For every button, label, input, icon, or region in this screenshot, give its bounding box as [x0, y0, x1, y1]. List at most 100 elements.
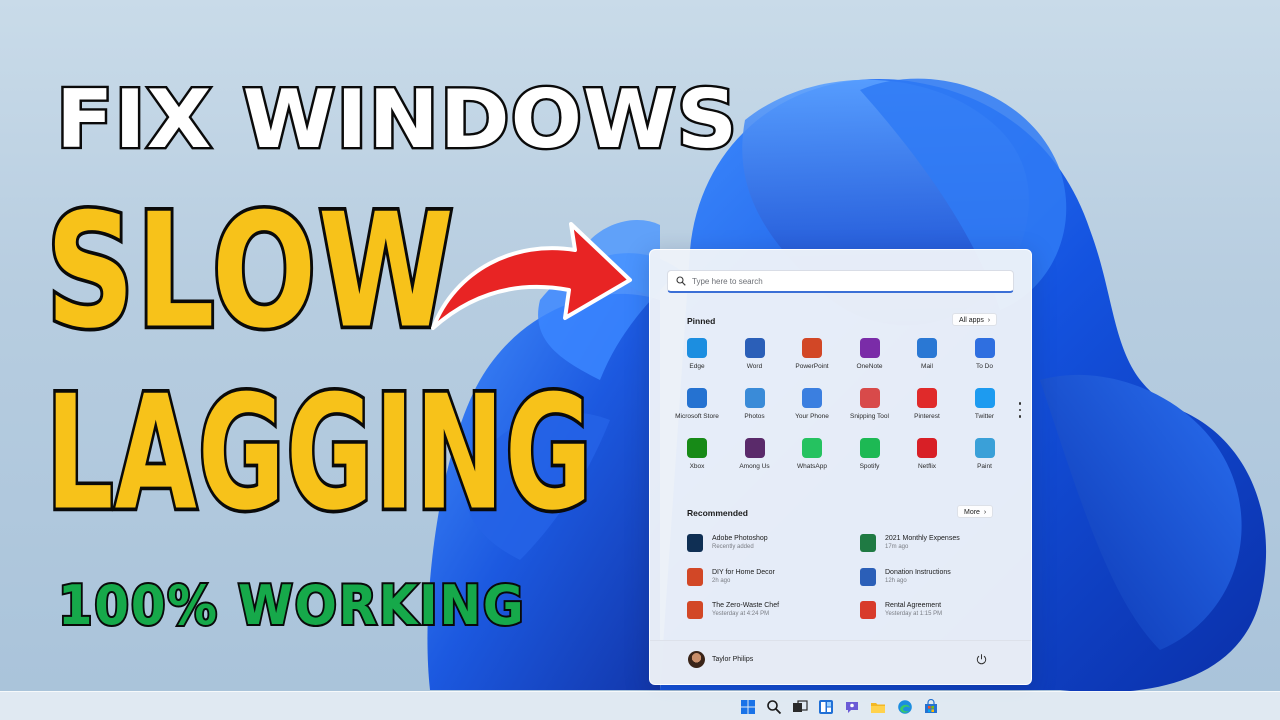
all-apps-label: All apps	[959, 317, 984, 324]
edge-icon[interactable]	[897, 699, 913, 715]
pinned-app-label: Word	[746, 363, 763, 370]
page-dots-indicator[interactable]	[1018, 402, 1022, 422]
pinned-app[interactable]: Microsoft Store	[668, 388, 726, 432]
pinned-app[interactable]: Photos	[726, 388, 784, 432]
chat-icon[interactable]	[844, 699, 860, 715]
pinned-app[interactable]: OneNote	[841, 338, 899, 382]
pinned-app[interactable]: Xbox	[668, 438, 726, 482]
red-arrow-icon	[431, 222, 632, 330]
recommended-item-meta: Recently added	[712, 544, 754, 550]
start-icon[interactable]	[740, 699, 756, 715]
whatsapp-icon	[802, 438, 822, 458]
pinned-app-label: Paint	[977, 463, 992, 470]
pinned-app[interactable]: Twitter	[956, 388, 1014, 432]
pinned-app-label: Mail	[921, 363, 933, 370]
recommended-item-meta: 2h ago	[712, 577, 731, 584]
recommended-item-meta: Yesterday at 4:24 PM	[712, 611, 770, 617]
pinned-app[interactable]: To Do	[956, 338, 1014, 382]
pinned-title: Pinned	[687, 316, 716, 326]
pinned-app-label: Pinterest	[914, 413, 940, 420]
todo-icon	[974, 338, 995, 358]
pinned-app-label: To Do	[976, 363, 993, 370]
pinned-app-label: Edge	[689, 363, 705, 370]
twitter-icon	[974, 388, 995, 408]
pinned-app[interactable]: WhatsApp	[783, 438, 841, 482]
excel-icon	[860, 534, 876, 552]
pinned-app-label: WhatsApp	[797, 463, 827, 470]
recommended-item[interactable]: The Zero-Waste Chef Yesterday at 4:24 PM	[687, 601, 847, 627]
pinterest-icon	[917, 388, 937, 408]
pinned-app[interactable]: Snipping Tool	[841, 388, 899, 432]
recommended-title: Recommended	[687, 508, 748, 518]
pinned-app-label: Your Phone	[795, 413, 829, 420]
pinned-app[interactable]: Spotify	[841, 438, 899, 482]
recommended-item-name: Rental Agreement	[885, 602, 942, 609]
headline-line-1: FIX WINDOWS	[53, 71, 739, 169]
snipping-tool-icon	[859, 388, 880, 408]
more-label: More	[964, 509, 980, 516]
pinned-app-label: Microsoft Store	[675, 413, 719, 420]
xbox-icon	[687, 438, 707, 458]
headline-line-2: SLOW	[43, 180, 456, 364]
headline-line-4: 100% WORKING	[56, 572, 526, 639]
pinned-app[interactable]: Edge	[668, 338, 726, 382]
netflix-icon	[917, 438, 937, 458]
pinned-app[interactable]: Among Us	[726, 438, 784, 482]
search-icon[interactable]	[766, 699, 782, 715]
among-us-icon	[744, 438, 765, 458]
pinned-app-label: Spotify	[859, 463, 880, 470]
recommended-item-name: 2021 Monthly Expenses	[885, 535, 960, 542]
recommended-item-name: Donation Instructions	[885, 568, 951, 576]
search-placeholder: Type here to search	[692, 276, 763, 286]
powerpoint-file-icon	[687, 567, 703, 586]
headline-line-3: LAGGING	[44, 362, 595, 546]
recommended-item[interactable]: Donation Instructions 12h ago	[860, 567, 1020, 594]
all-apps-button[interactable]: All apps ›	[952, 313, 998, 326]
chevron-right-icon: ›	[981, 509, 987, 516]
pinned-app[interactable]: Word	[726, 338, 784, 382]
task-view-icon[interactable]	[792, 699, 808, 715]
recommended-item[interactable]: Rental Agreement Yesterday at 1:15 PM	[860, 601, 1020, 627]
recommended-item-meta: 17m ago	[885, 544, 909, 550]
pinned-app[interactable]: Mail	[898, 338, 956, 382]
powerpoint-file-icon	[687, 601, 703, 619]
pinned-app[interactable]: Pinterest	[898, 388, 956, 432]
recommended-item-name: DIY for Home Decor	[712, 568, 775, 576]
pinned-app-label: Among Us	[739, 463, 770, 470]
pdf-file-icon	[860, 601, 876, 619]
pinned-app-label: Xbox	[689, 463, 705, 470]
avatar[interactable]	[688, 651, 705, 668]
pinned-app-label: OneNote	[856, 363, 883, 370]
spotify-icon	[859, 438, 880, 458]
start-footer: Taylor Philips	[650, 640, 1031, 684]
widgets-icon[interactable]	[818, 699, 834, 715]
user-name[interactable]: Taylor Philips	[712, 656, 753, 663]
photos-icon	[744, 388, 765, 408]
taskbar	[0, 691, 1280, 720]
pinned-app-label: Twitter	[974, 413, 995, 420]
store-icon[interactable]	[923, 699, 939, 715]
more-button[interactable]: More ›	[957, 505, 994, 518]
photoshop-icon	[687, 534, 703, 552]
recommended-item[interactable]: Adobe Photoshop Recently added	[687, 534, 847, 560]
onenote-icon	[859, 338, 880, 358]
word-file-icon	[860, 567, 876, 586]
pinned-app-label: Netflix	[917, 463, 937, 470]
recommended-item-meta: 12h ago	[885, 577, 907, 584]
recommended-item-meta: Yesterday at 1:15 PM	[885, 611, 943, 617]
pinned-app[interactable]: Your Phone	[783, 388, 841, 432]
recommended-item-name: Adobe Photoshop	[712, 535, 768, 542]
pinned-app[interactable]: PowerPoint	[783, 338, 841, 382]
pinned-app-label: Photos	[744, 413, 765, 420]
pinned-app-label: Snipping Tool	[850, 413, 889, 420]
pinned-app[interactable]: Netflix	[898, 438, 956, 482]
pinned-app[interactable]: Paint	[956, 438, 1014, 482]
start-menu: Type here to search Pinned All apps › Ed…	[649, 249, 1032, 685]
recommended-item[interactable]: 2021 Monthly Expenses 17m ago	[860, 534, 1020, 560]
power-icon[interactable]	[975, 653, 988, 666]
powerpoint-icon	[802, 338, 822, 358]
chevron-right-icon: ›	[985, 317, 991, 324]
recommended-item[interactable]: DIY for Home Decor 2h ago	[687, 567, 847, 594]
file-explorer-icon[interactable]	[870, 699, 886, 715]
search-input[interactable]: Type here to search	[667, 270, 1014, 293]
